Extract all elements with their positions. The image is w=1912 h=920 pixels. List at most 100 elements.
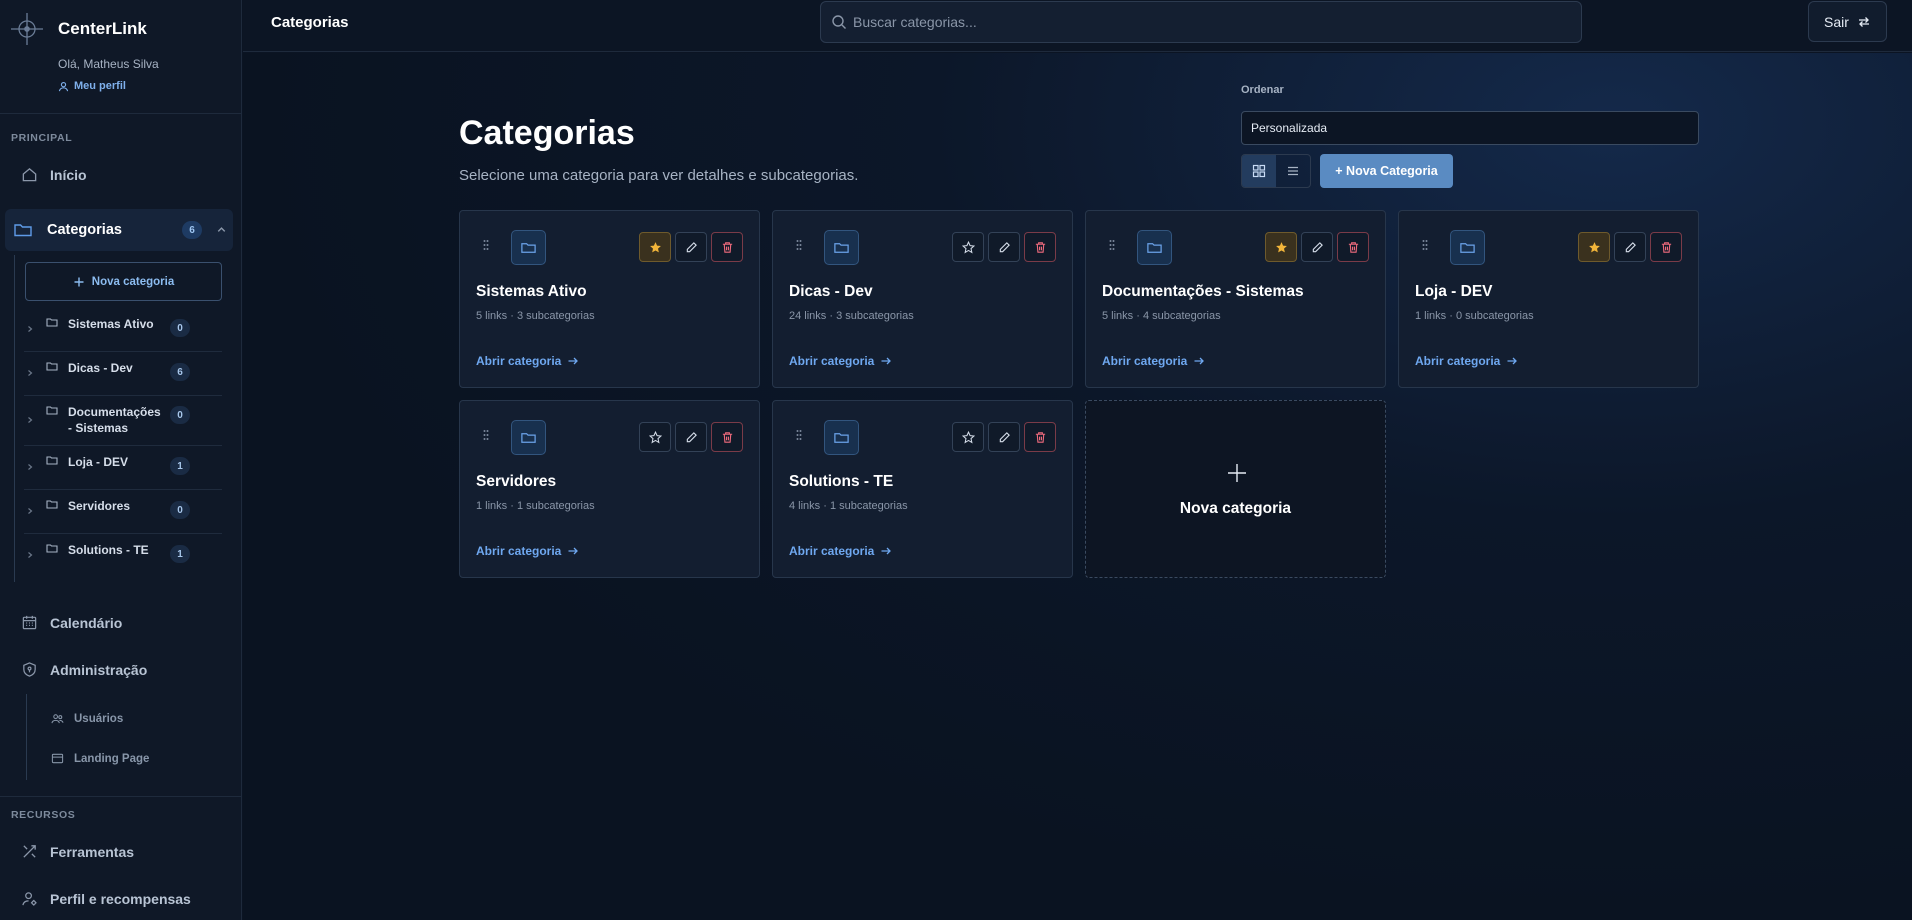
category-card[interactable]: Sistemas Ativo 5 links · 3 subcategorias…: [459, 210, 760, 388]
open-category-label: Abrir categoria: [1415, 354, 1501, 368]
category-card[interactable]: Loja - DEV 1 links · 0 subcategorias Abr…: [1398, 210, 1699, 388]
logout-button[interactable]: Sair: [1808, 1, 1887, 42]
trash-icon: [1347, 241, 1360, 254]
delete-button[interactable]: [711, 422, 743, 452]
search-box[interactable]: [820, 1, 1582, 43]
delete-button[interactable]: [711, 232, 743, 262]
sidebar-item-usuarios[interactable]: Usuários: [51, 712, 123, 725]
section-label-principal: PRINCIPAL: [11, 132, 73, 144]
favorite-button[interactable]: [639, 422, 671, 452]
favorite-button[interactable]: [952, 422, 984, 452]
sidebar-category-item[interactable]: Documentações - Sistemas 0: [24, 398, 222, 446]
sidebar-category-item[interactable]: Solutions - TE 1: [24, 536, 222, 578]
star-outline-icon: [961, 430, 975, 444]
folder-icon: [520, 239, 537, 256]
arrow-right-icon: [561, 545, 579, 557]
category-count-badge: 0: [170, 406, 190, 424]
sidebar-item-ferramentas[interactable]: Ferramentas: [21, 843, 134, 860]
edit-button[interactable]: [1614, 232, 1646, 262]
calendar-icon: [21, 614, 50, 631]
tree-line: [14, 255, 15, 582]
sidebar: CenterLink Olá, Matheus Silva Meu perfil…: [0, 0, 242, 920]
category-name: Documentações - Sistemas: [68, 405, 161, 435]
delete-button[interactable]: [1337, 232, 1369, 262]
favorite-button[interactable]: [639, 232, 671, 262]
trash-icon: [721, 241, 734, 254]
new-category-button[interactable]: + Nova Categoria: [1320, 154, 1453, 188]
favorite-button[interactable]: [1578, 232, 1610, 262]
category-card[interactable]: Servidores 1 links · 1 subcategorias Abr…: [459, 400, 760, 578]
open-category-link[interactable]: Abrir categoria: [1415, 354, 1518, 368]
category-meta: 1 links · 0 subcategorias: [1415, 310, 1534, 322]
delete-button[interactable]: [1024, 422, 1056, 452]
edit-button[interactable]: [988, 232, 1020, 262]
favorite-button[interactable]: [1265, 232, 1297, 262]
sort-label: Ordenar: [1241, 84, 1284, 96]
trash-icon: [1034, 241, 1047, 254]
folder-icon: [1146, 239, 1163, 256]
trash-icon: [721, 431, 734, 444]
delete-button[interactable]: [1650, 232, 1682, 262]
list-icon: [1286, 164, 1300, 178]
grid-view-button[interactable]: [1242, 155, 1276, 187]
edit-button[interactable]: [1301, 232, 1333, 262]
favorite-button[interactable]: [952, 232, 984, 262]
category-card[interactable]: Documentações - Sistemas 5 links · 4 sub…: [1085, 210, 1386, 388]
sidebar-new-category-button[interactable]: Nova categoria: [25, 262, 222, 301]
user-icon: [58, 81, 74, 92]
category-count-badge: 0: [170, 319, 190, 337]
sidebar-category-item[interactable]: Sistemas Ativo 0: [24, 310, 222, 352]
star-icon: [1275, 241, 1288, 254]
open-category-link[interactable]: Abrir categoria: [789, 544, 892, 558]
brand[interactable]: CenterLink: [10, 12, 147, 46]
sidebar-category-item[interactable]: Servidores 0: [24, 492, 222, 534]
category-folder: [824, 420, 859, 455]
category-name: Documentações - Sistemas: [1102, 283, 1304, 300]
folder-icon: [13, 220, 47, 240]
sidebar-item-label: Perfil e recompensas: [50, 890, 191, 907]
star-icon: [1588, 241, 1601, 254]
trash-icon: [1660, 241, 1673, 254]
open-category-label: Abrir categoria: [1102, 354, 1188, 368]
open-category-link[interactable]: Abrir categoria: [1102, 354, 1205, 368]
centerlink-logo-icon: [10, 12, 44, 46]
edit-button[interactable]: [675, 232, 707, 262]
sidebar-item-categorias[interactable]: Categorias 6: [5, 209, 233, 251]
star-outline-icon: [648, 430, 662, 444]
sidebar-item-landing-page[interactable]: Landing Page: [51, 752, 149, 765]
new-category-card[interactable]: Nova categoria: [1085, 400, 1386, 578]
star-icon: [649, 241, 662, 254]
topbar: Categorias Sair: [243, 0, 1912, 52]
sidebar-item-inicio[interactable]: Início: [21, 166, 87, 183]
open-category-link[interactable]: Abrir categoria: [476, 544, 579, 558]
category-meta: 5 links · 4 subcategorias: [1102, 310, 1221, 322]
edit-button[interactable]: [675, 422, 707, 452]
category-card[interactable]: Solutions - TE 4 links · 1 subcategorias…: [772, 400, 1073, 578]
sidebar-item-perfil-recompensas[interactable]: Perfil e recompensas: [21, 890, 191, 907]
category-name: Loja - DEV: [68, 455, 129, 469]
sidebar-category-item[interactable]: Loja - DEV 1: [24, 448, 222, 490]
list-view-button[interactable]: [1276, 155, 1310, 187]
open-category-link[interactable]: Abrir categoria: [476, 354, 579, 368]
open-category-link[interactable]: Abrir categoria: [789, 354, 892, 368]
new-category-label: Nova categoria: [91, 275, 175, 288]
arrow-right-icon: [874, 545, 892, 557]
delete-button[interactable]: [1024, 232, 1056, 262]
sidebar-item-calendario[interactable]: Calendário: [21, 614, 122, 631]
category-name: Sistemas Ativo: [476, 283, 587, 300]
category-name: Dicas - Dev: [789, 283, 873, 300]
trash-icon: [1034, 431, 1047, 444]
edit-button[interactable]: [988, 422, 1020, 452]
user-greeting: Olá, Matheus Silva: [58, 57, 159, 71]
my-profile-label: Meu perfil: [74, 80, 126, 92]
my-profile-link[interactable]: Meu perfil: [58, 80, 126, 92]
sidebar-item-administracao[interactable]: Administração: [21, 661, 147, 678]
sidebar-category-item[interactable]: Dicas - Dev 6: [24, 354, 222, 396]
sort-select[interactable]: Personalizada: [1241, 111, 1699, 145]
search-input[interactable]: [853, 14, 1581, 30]
brand-name: CenterLink: [58, 19, 147, 38]
pencil-icon: [998, 241, 1011, 254]
category-name: Dicas - Dev: [68, 361, 133, 375]
page-title: Categorias: [459, 114, 635, 152]
category-card[interactable]: Dicas - Dev 24 links · 3 subcategorias A…: [772, 210, 1073, 388]
